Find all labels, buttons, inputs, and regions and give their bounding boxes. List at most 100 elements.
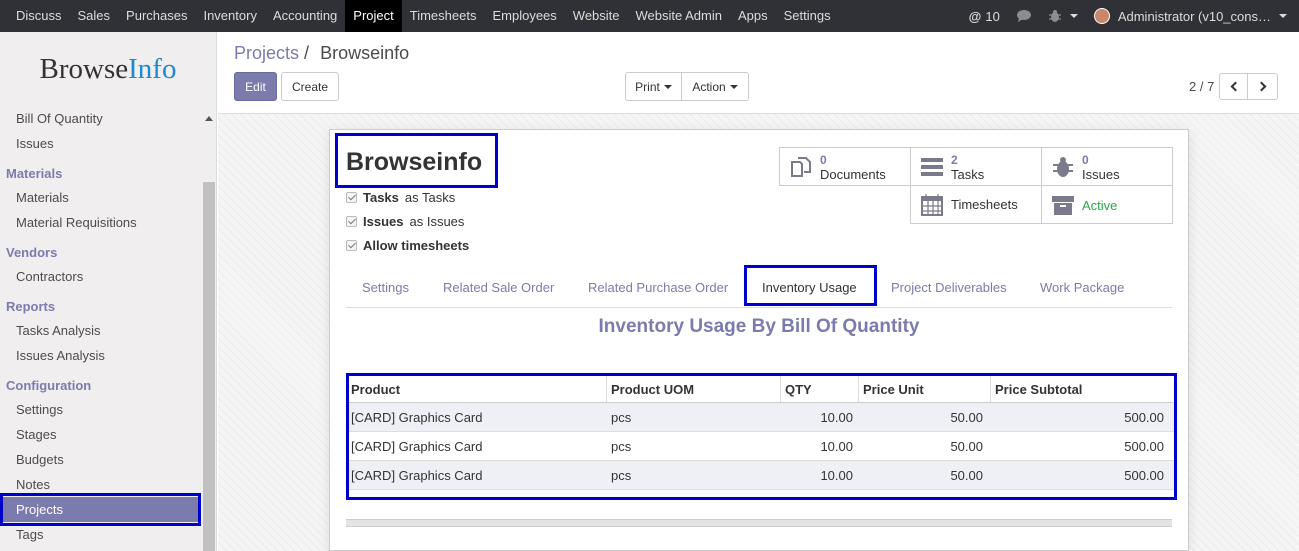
chevron-right-icon: [1256, 81, 1266, 92]
sidebar-item-issues-analysis[interactable]: Issues Analysis: [0, 343, 200, 368]
tasks-icon: [921, 158, 943, 176]
menu-website[interactable]: Website: [565, 0, 628, 32]
menu-employees[interactable]: Employees: [484, 0, 564, 32]
timesheets-stat-button[interactable]: Timesheets: [910, 185, 1042, 224]
tasks-checkbox[interactable]: [346, 192, 357, 203]
issues-checkbox-label: Issues: [363, 214, 404, 229]
breadcrumb-projects-link[interactable]: Projects: [234, 43, 299, 63]
logo-text-a: Browse: [39, 52, 129, 85]
action-dropdown[interactable]: Action: [681, 72, 749, 101]
app-menu: Discuss Sales Purchases Inventory Accoun…: [0, 0, 839, 32]
avatar: [1093, 8, 1110, 24]
project-name-highlight-box: [335, 133, 498, 188]
pager-previous-button[interactable]: [1219, 73, 1248, 100]
user-menu[interactable]: Administrator (v10_cons…: [1086, 0, 1299, 32]
menu-inventory[interactable]: Inventory: [195, 0, 264, 32]
mentions-count: 10: [985, 8, 1000, 24]
edit-button[interactable]: Edit: [234, 72, 277, 101]
mentions-button[interactable]: @ 10: [961, 0, 1008, 32]
menu-purchases[interactable]: Purchases: [118, 0, 195, 32]
allow-timesheets-checkbox[interactable]: [346, 240, 357, 251]
menu-timesheets[interactable]: Timesheets: [402, 0, 485, 32]
issues-label: Issues: [1082, 167, 1120, 182]
timesheets-checkbox-row: Allow timesheets: [346, 238, 469, 253]
sidebar-item-settings[interactable]: Settings: [0, 397, 200, 422]
sidebar-item-tasks-analysis[interactable]: Tasks Analysis: [0, 318, 200, 343]
print-label: Print: [635, 79, 660, 94]
issues-checkbox-suffix: as Issues: [409, 214, 465, 229]
timesheets-label: Timesheets: [951, 197, 1018, 212]
chevron-down-icon: [1279, 14, 1287, 18]
bug-icon: [1053, 157, 1073, 177]
sidebar-item-budgets[interactable]: Budgets: [0, 447, 200, 472]
breadcrumb-current: Browseinfo: [320, 43, 410, 63]
menu-settings[interactable]: Settings: [776, 0, 839, 32]
tabs-underline: [346, 307, 1172, 308]
chevron-down-icon: [663, 84, 672, 89]
issues-count: 0: [1082, 153, 1089, 167]
chat-icon: [1016, 10, 1031, 22]
documents-label: Documents: [820, 167, 886, 182]
chevron-left-icon: [1230, 81, 1240, 92]
documents-count: 0: [820, 153, 827, 167]
debug-button[interactable]: [1040, 0, 1086, 32]
tasks-checkbox-row: Tasks as Tasks: [346, 190, 455, 205]
sidebar-header-configuration: Configuration: [6, 378, 92, 393]
tab-settings[interactable]: Settings: [362, 280, 409, 295]
user-name: Administrator (v10_cons…: [1117, 8, 1271, 24]
sidebar-item-materials[interactable]: Materials: [0, 185, 200, 210]
sidebar-item-stages[interactable]: Stages: [0, 422, 200, 447]
company-logo: Browse Info: [0, 32, 216, 106]
menu-accounting[interactable]: Accounting: [265, 0, 345, 32]
sidebar-item-contractors[interactable]: Contractors: [0, 264, 200, 289]
print-dropdown[interactable]: Print: [625, 72, 682, 101]
scroll-up-icon[interactable]: [205, 116, 213, 121]
menu-discuss[interactable]: Discuss: [8, 0, 70, 32]
table-highlight-box: [346, 373, 1177, 500]
menu-website-admin[interactable]: Website Admin: [628, 0, 730, 32]
logo-text-b: Info: [128, 52, 177, 85]
archive-icon: [1052, 196, 1074, 215]
issues-stat-button[interactable]: 0 Issues: [1041, 147, 1173, 186]
pager-next-button[interactable]: [1247, 73, 1278, 100]
breadcrumb: Projects / Browseinfo: [234, 43, 409, 64]
issues-checkbox-row: Issues as Issues: [346, 214, 464, 229]
tasks-stat-button[interactable]: 2 Tasks: [910, 147, 1042, 186]
pager-value[interactable]: 2 / 7: [1189, 79, 1214, 94]
tab-related-purchase-order[interactable]: Related Purchase Order: [588, 280, 728, 295]
tasks-checkbox-suffix: as Tasks: [404, 190, 456, 205]
sidebar-item-issues[interactable]: Issues: [0, 131, 200, 156]
sidebar-scrollbar[interactable]: [203, 182, 215, 551]
tab-work-package[interactable]: Work Package: [1040, 280, 1124, 295]
sidebar-header-materials: Materials: [6, 166, 63, 181]
chevron-down-icon: [1069, 14, 1078, 18]
section-separator: [346, 519, 1172, 527]
action-label: Action: [692, 79, 726, 94]
menu-apps[interactable]: Apps: [730, 0, 776, 32]
calendar-icon: [921, 194, 943, 216]
bug-icon: [1048, 10, 1061, 22]
create-button[interactable]: Create: [281, 72, 339, 101]
sidebar-header-reports: Reports: [6, 299, 56, 314]
documents-stat-button[interactable]: 0 Documents: [779, 147, 911, 186]
chat-button[interactable]: [1008, 0, 1040, 32]
menu-project[interactable]: Project: [345, 0, 402, 32]
sidebar: Browse Info Bill Of Quantity Issues Mater…: [0, 32, 217, 551]
sidebar-item-material-requisitions[interactable]: Material Requisitions: [0, 210, 200, 235]
at-icon: @: [968, 8, 982, 24]
breadcrumb-separator: /: [304, 43, 310, 63]
sidebar-item-bill-of-quantity[interactable]: Bill Of Quantity: [0, 106, 200, 131]
tasks-checkbox-label: Tasks: [363, 190, 399, 205]
section-title: Inventory Usage By Bill Of Quantity: [598, 316, 920, 337]
tasks-count: 2: [951, 153, 958, 167]
tasks-label: Tasks: [951, 167, 985, 182]
systray: @ 10 Administrator (v10_cons…: [961, 0, 1299, 32]
tab-related-sale-order[interactable]: Related Sale Order: [443, 280, 554, 295]
issues-checkbox[interactable]: [346, 216, 357, 227]
top-navbar: Discuss Sales Purchases Inventory Accoun…: [0, 0, 1299, 32]
inventory-usage-tab-highlight-box: [744, 265, 877, 306]
active-toggle-button[interactable]: Active: [1041, 185, 1173, 224]
documents-icon: [791, 157, 811, 177]
menu-sales[interactable]: Sales: [70, 0, 119, 32]
tab-project-deliverables[interactable]: Project Deliverables: [891, 280, 1007, 295]
